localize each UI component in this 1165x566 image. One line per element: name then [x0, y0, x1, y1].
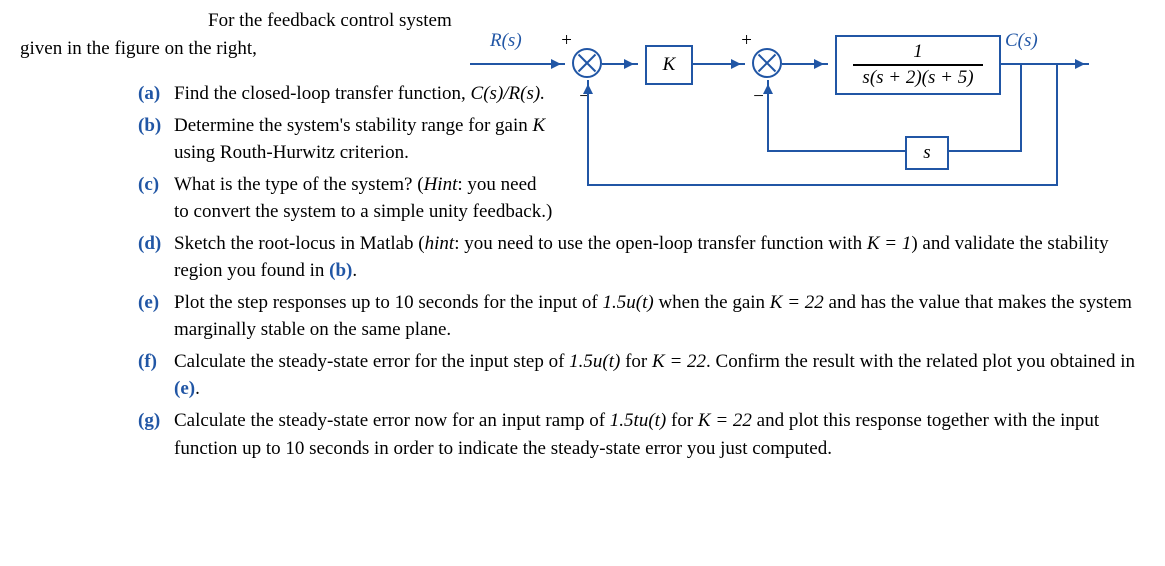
block-diagram: R(s) + − K + − 1 s(s + 2)(s + 5) C(s) s: [460, 30, 1140, 200]
item-label: (c): [138, 171, 159, 199]
item-math: 1.5tu(t): [610, 410, 666, 431]
tf-denominator: s(s + 2)(s + 5): [862, 68, 973, 88]
item-label: (b): [138, 112, 161, 140]
item-text: for: [666, 410, 698, 431]
arrow: [602, 63, 638, 65]
question-item: (f) Calculate the steady-state error for …: [138, 348, 1135, 403]
unity-feedback-arrow: [587, 80, 589, 186]
feedback-block-s: s: [905, 136, 949, 170]
fraction-bar: [853, 64, 983, 66]
item-text: using Routh-Hurwitz criterion.: [174, 142, 409, 163]
signal-C: C(s): [1005, 30, 1038, 52]
item-math: Hint: [424, 174, 458, 195]
item-math: K = 22: [698, 410, 752, 431]
arrow: [999, 63, 1089, 65]
item-math: K = 1: [867, 233, 912, 254]
plant-transfer-function: 1 s(s + 2)(s + 5): [835, 35, 1001, 95]
item-text: Determine the system's stability range f…: [174, 115, 533, 136]
item-text: Sketch the root-locus in Matlab (: [174, 233, 425, 254]
item-math: hint: [425, 233, 455, 254]
item-math: 1.5u(t): [569, 351, 620, 372]
unity-feedback-line: [587, 184, 1058, 186]
item-label: (e): [138, 289, 159, 317]
item-text: Calculate the steady-state error now for…: [174, 410, 610, 431]
item-text: . Confirm the result with the related pl…: [706, 351, 1135, 372]
item-ref: (e): [174, 378, 195, 399]
question-item: (d) Sketch the root-locus in Matlab (hint…: [138, 230, 1135, 285]
item-text: for: [620, 351, 652, 372]
arrow: [470, 63, 565, 65]
plus-sign: +: [740, 30, 753, 52]
item-text: : you need to use the open-loop transfer…: [454, 233, 867, 254]
item-math: K = 22: [770, 292, 824, 313]
item-math: K: [533, 115, 546, 136]
arrow: [691, 63, 745, 65]
item-label: (a): [138, 80, 160, 108]
signal-R: R(s): [490, 30, 522, 52]
feedback-line: [767, 150, 905, 152]
item-math: 1.5u(t): [603, 292, 654, 313]
summing-junction-1: [572, 48, 602, 78]
item-ref: (b): [329, 260, 352, 281]
question-item: (a) Find the closed-loop transfer functio…: [138, 80, 554, 108]
item-label: (f): [138, 348, 157, 376]
summing-junction-2: [752, 48, 782, 78]
item-text: Calculate the steady-state error for the…: [174, 351, 569, 372]
unity-feedback-line: [1056, 63, 1058, 185]
item-text: .: [195, 378, 200, 399]
item-text: when the gain: [654, 292, 770, 313]
feedback-line: [947, 150, 1022, 152]
intro-line-2: given in the figure on the right,: [20, 38, 257, 60]
arrow: [782, 63, 828, 65]
question-item: (g) Calculate the steady-state error now …: [138, 407, 1135, 462]
item-label: (g): [138, 407, 160, 435]
item-math: K = 22: [652, 351, 706, 372]
gain-block-K: K: [645, 45, 693, 85]
item-label: (d): [138, 230, 161, 258]
item-text: Find the closed-loop transfer function,: [174, 83, 471, 104]
feedback-line: [1020, 63, 1022, 151]
question-item: (b) Determine the system's stability rang…: [138, 112, 554, 167]
item-text: What is the type of the system? (: [174, 174, 424, 195]
item-math: C(s)/R(s).: [471, 83, 545, 104]
item-text: .: [352, 260, 357, 281]
feedback-arrow: [767, 80, 769, 152]
question-item: (c) What is the type of the system? (Hint…: [138, 171, 554, 226]
tf-numerator: 1: [913, 42, 923, 62]
intro-line-1: For the feedback control system: [208, 10, 452, 32]
plus-sign: +: [560, 30, 573, 52]
question-item: (e) Plot the step responses up to 10 seco…: [138, 289, 1135, 344]
item-text: Plot the step responses up to 10 seconds…: [174, 292, 603, 313]
